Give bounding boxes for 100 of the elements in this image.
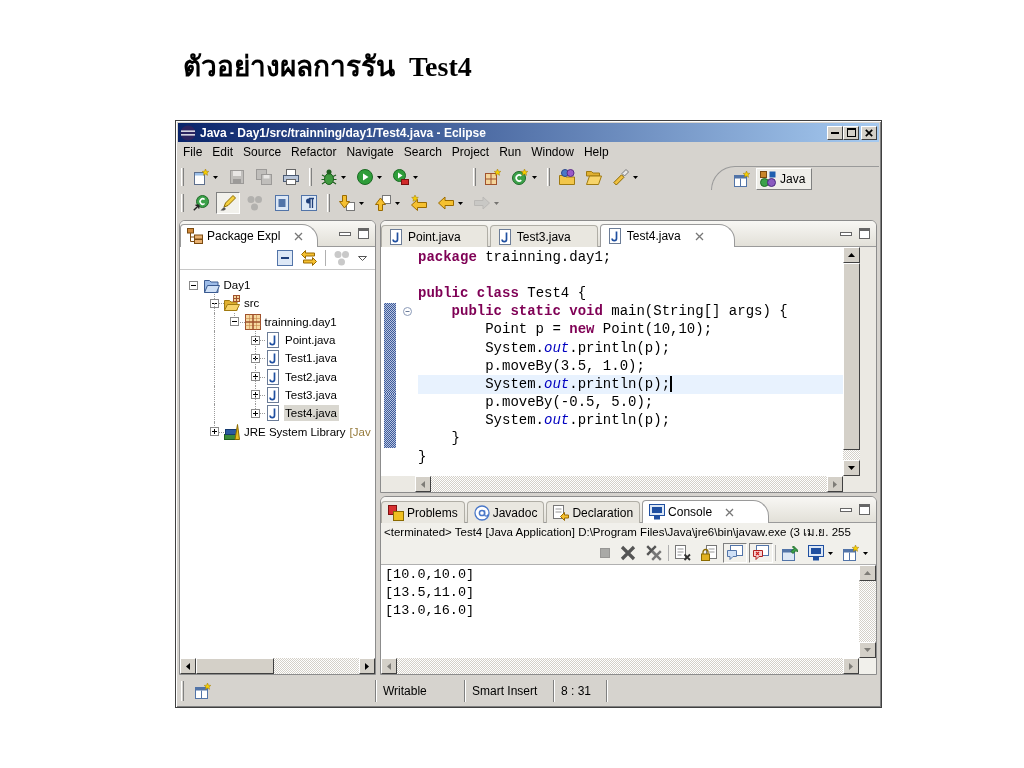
caret-icon[interactable] <box>395 201 400 205</box>
toolbar-grip[interactable] <box>181 194 184 212</box>
bug-icon[interactable] <box>321 169 337 185</box>
menu-item[interactable]: Edit <box>207 145 239 159</box>
framed-square-icon[interactable] <box>274 195 290 211</box>
menu-item[interactable]: Source <box>238 145 287 159</box>
plus-box-icon[interactable] <box>250 390 260 400</box>
plus-box-icon[interactable] <box>209 427 219 436</box>
view-tab[interactable]: Package Expl <box>180 224 319 247</box>
caret-icon[interactable] <box>458 201 463 205</box>
editor-tab[interactable]: Test3.java <box>489 225 598 247</box>
tree-item[interactable]: trainning.day1 <box>263 313 339 330</box>
view-tab[interactable]: Javadoc <box>466 501 545 523</box>
down-arrow-icon[interactable] <box>339 195 355 211</box>
plus-box-icon[interactable] <box>250 335 260 345</box>
caret-icon[interactable] <box>413 175 418 179</box>
toolbar-grip[interactable] <box>327 194 330 212</box>
caret-icon[interactable] <box>828 551 833 555</box>
menu-item[interactable]: Run <box>494 145 527 159</box>
caret-icon[interactable] <box>633 175 638 179</box>
plus-box-icon[interactable] <box>250 372 260 382</box>
tree-item[interactable]: Test3.java <box>284 386 339 403</box>
minus-box-icon[interactable] <box>209 298 219 308</box>
toolbar-grip[interactable] <box>547 168 550 186</box>
scroll-down-button[interactable] <box>859 642 876 658</box>
tree-item[interactable]: Point.java <box>284 332 338 349</box>
view-tab[interactable]: Console <box>642 500 770 523</box>
minus-circle-icon[interactable] <box>403 307 412 317</box>
minus-box-icon[interactable] <box>230 317 239 327</box>
maximize-icon[interactable] <box>358 228 369 239</box>
monitor-icon[interactable] <box>808 545 824 561</box>
perspective-button[interactable]: Java <box>756 167 813 190</box>
view-menu-icon[interactable] <box>358 255 367 261</box>
menu-item[interactable]: Project <box>446 145 495 159</box>
caret-icon[interactable] <box>341 175 346 179</box>
maximize-button[interactable] <box>843 125 859 140</box>
scroll-down-button[interactable] <box>843 460 860 476</box>
maximize-icon[interactable] <box>859 504 870 515</box>
tree-item[interactable]: Day1 <box>222 277 253 294</box>
new-file-icon[interactable] <box>193 169 209 185</box>
lock-page-icon[interactable] <box>701 545 717 561</box>
close-icon[interactable] <box>725 507 735 517</box>
caret-icon[interactable] <box>377 175 382 179</box>
scroll-thumb[interactable] <box>843 263 860 450</box>
vertical-scrollbar[interactable] <box>859 565 876 658</box>
tree-item[interactable]: Test1.java <box>284 350 339 367</box>
menu-item[interactable]: Refactor <box>286 145 342 159</box>
caret-icon[interactable] <box>532 175 537 179</box>
caret-icon[interactable] <box>213 175 218 179</box>
play-icon[interactable] <box>357 169 373 185</box>
code-area[interactable] <box>381 247 843 476</box>
grid-star-icon[interactable] <box>485 169 501 185</box>
scroll-up-button[interactable] <box>843 247 860 263</box>
horizontal-scrollbar[interactable] <box>415 476 843 492</box>
window-star-icon[interactable] <box>843 545 859 561</box>
minimize-icon[interactable] <box>840 507 852 512</box>
menu-item[interactable]: Search <box>398 145 447 159</box>
status-grip[interactable] <box>181 681 184 701</box>
menu-item[interactable]: File <box>178 145 208 159</box>
minus-square-icon[interactable] <box>277 250 293 266</box>
double-x-icon[interactable] <box>646 545 662 561</box>
close-button[interactable] <box>861 125 877 140</box>
caret-icon[interactable] <box>863 551 868 555</box>
view-tab[interactable]: Declaration <box>546 501 641 523</box>
folder-spheres-icon[interactable] <box>559 169 575 185</box>
menu-item[interactable]: Help <box>578 145 614 159</box>
scroll-left-button[interactable] <box>381 658 397 674</box>
editor-tab[interactable]: Point.java <box>381 225 488 247</box>
swap-arrows-icon[interactable] <box>301 250 317 266</box>
scroll-right-button[interactable] <box>359 658 375 674</box>
menu-item[interactable]: Window <box>526 145 579 159</box>
up-arrow-icon[interactable] <box>375 195 391 211</box>
close-icon[interactable] <box>694 231 704 241</box>
printer-icon[interactable] <box>283 169 299 185</box>
play-toolbox-icon[interactable] <box>393 169 409 185</box>
close-icon[interactable] <box>294 231 304 241</box>
window-star-icon[interactable] <box>734 170 750 187</box>
tree-item[interactable]: Test2.java <box>284 368 339 385</box>
plus-box-icon[interactable] <box>250 353 260 363</box>
scroll-up-button[interactable] <box>859 565 876 581</box>
tree-item[interactable]: src <box>243 295 262 312</box>
minimize-icon[interactable] <box>840 231 852 236</box>
scroll-left-button[interactable] <box>415 476 431 492</box>
open-folder-icon[interactable] <box>586 169 602 185</box>
minimize-button[interactable] <box>827 125 843 140</box>
plus-box-icon[interactable] <box>250 408 260 418</box>
horizontal-scrollbar[interactable] <box>381 658 859 674</box>
menu-item[interactable]: Navigate <box>341 145 399 159</box>
left-arrow-star-icon[interactable] <box>411 195 427 211</box>
scroll-left-button[interactable] <box>180 658 196 674</box>
vertical-scrollbar[interactable] <box>843 247 860 476</box>
editor-tab[interactable]: Test4.java <box>599 224 735 247</box>
tree-item[interactable]: Test4.java <box>284 405 339 422</box>
scroll-right-button[interactable] <box>827 476 843 492</box>
toolbar-grip[interactable] <box>181 168 184 186</box>
pilcrow-icon[interactable] <box>301 195 317 211</box>
tree-item[interactable]: JRE System Library <box>243 423 348 440</box>
maximize-icon[interactable] <box>859 228 870 239</box>
window-star-icon[interactable] <box>195 683 211 699</box>
toolbar-grip[interactable] <box>309 168 312 186</box>
